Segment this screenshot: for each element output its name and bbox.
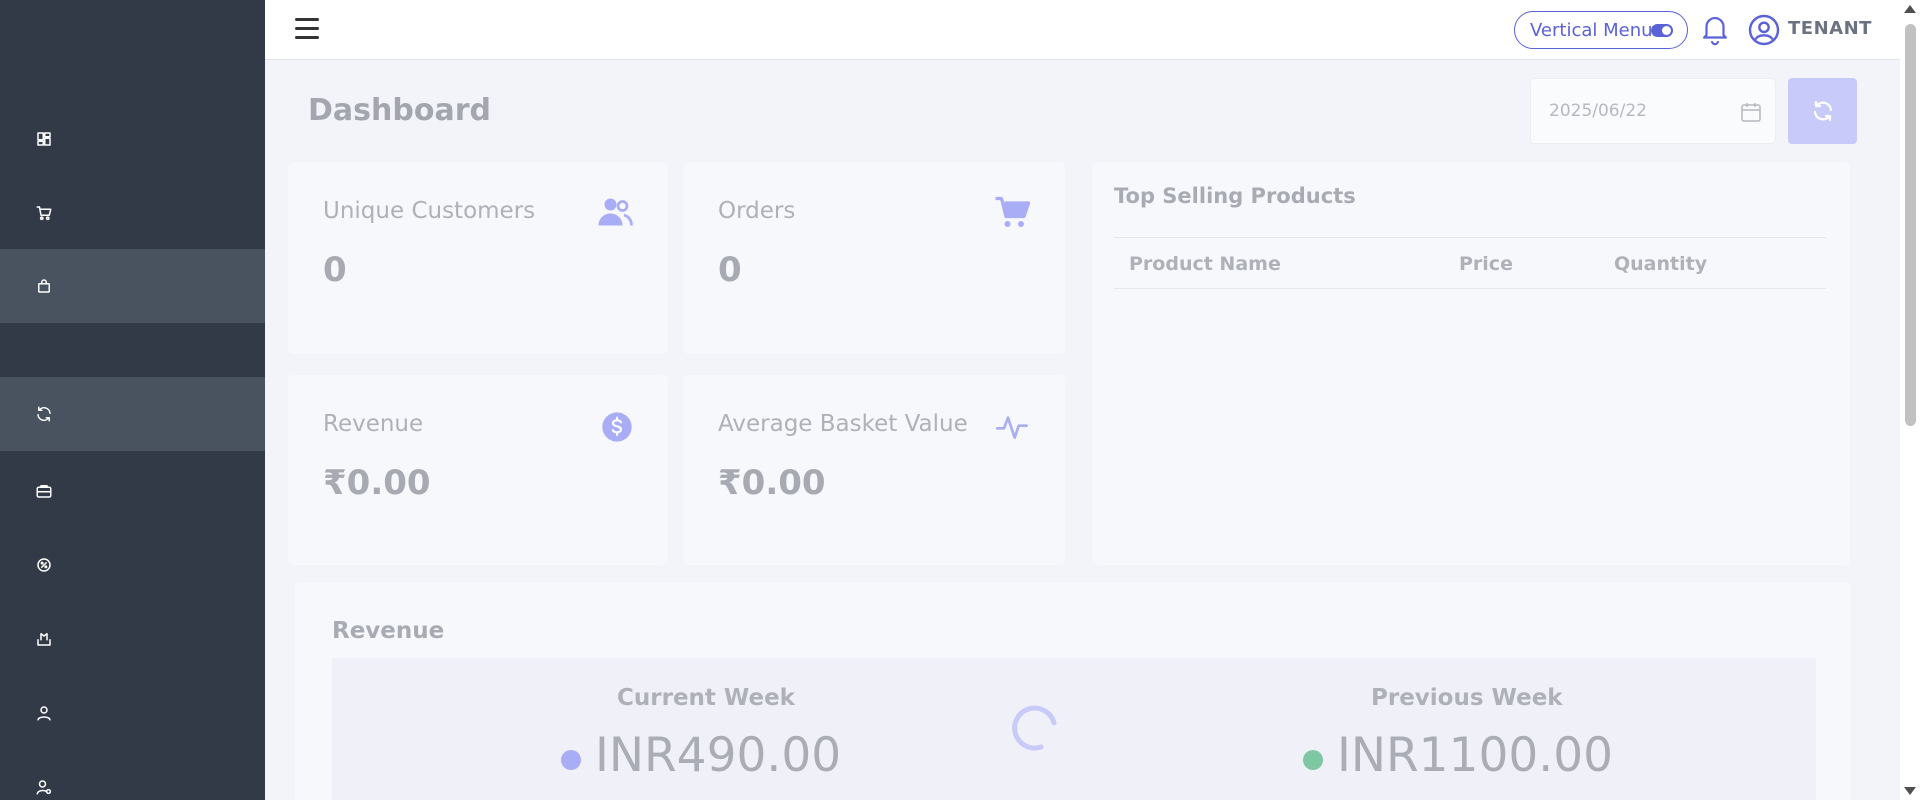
scroll-down-arrow-icon[interactable] bbox=[1904, 787, 1916, 795]
stat-card-average-basket-value: Average Basket Value ₹0.00 bbox=[683, 375, 1065, 565]
date-picker-input[interactable]: 2025/06/22 bbox=[1530, 78, 1776, 144]
stat-card-revenue: Revenue ₹0.00 bbox=[288, 375, 668, 565]
stat-card-unique-customers: Unique Customers 0 bbox=[288, 162, 668, 354]
top-selling-products-card: Top Selling Products Product Name Price … bbox=[1092, 162, 1850, 565]
previous-week-label: Previous Week bbox=[1371, 685, 1563, 711]
sidebar-item-business[interactable] bbox=[0, 454, 265, 528]
bag-icon bbox=[38, 279, 50, 293]
column-header-quantity: Quantity bbox=[1614, 253, 1708, 275]
previous-week-dot bbox=[1303, 750, 1323, 770]
scroll-up-arrow-icon[interactable] bbox=[1904, 5, 1916, 13]
user-icon bbox=[37, 706, 51, 721]
refresh-button[interactable] bbox=[1788, 78, 1857, 144]
cart-icon bbox=[995, 196, 1030, 227]
dashboard-icon bbox=[37, 132, 51, 146]
hamburger-menu-icon[interactable] bbox=[295, 18, 319, 40]
top-selling-title: Top Selling Products bbox=[1114, 184, 1356, 208]
current-week-dot bbox=[561, 750, 581, 770]
bell-icon[interactable] bbox=[1700, 12, 1730, 46]
activity-icon bbox=[996, 416, 1028, 439]
cart-icon bbox=[36, 206, 52, 221]
current-week-value: INR490.00 bbox=[595, 728, 842, 783]
briefcase-icon bbox=[36, 485, 52, 498]
refresh-icon bbox=[1813, 100, 1832, 122]
stat-label: Orders bbox=[718, 198, 796, 224]
top-bar: Vertical Menu TENANT bbox=[265, 0, 1900, 60]
sidebar-item-orders[interactable] bbox=[0, 176, 265, 250]
vertical-scrollbar[interactable] bbox=[1900, 0, 1920, 800]
users-icon bbox=[598, 198, 633, 226]
stat-label: Revenue bbox=[323, 411, 424, 437]
sidebar-item-users[interactable] bbox=[0, 676, 265, 750]
vertical-menu-label: Vertical Menu bbox=[1530, 19, 1653, 41]
user-settings-icon bbox=[36, 780, 52, 795]
stat-value: 0 bbox=[718, 250, 742, 290]
sidebar-item-user-settings[interactable] bbox=[0, 750, 265, 800]
stat-value: 0 bbox=[323, 250, 347, 290]
revenue-comparison: Current Week INR490.00 Previous Week INR… bbox=[332, 658, 1816, 800]
user-name[interactable]: TENANT bbox=[1788, 18, 1872, 39]
settings-badge-icon bbox=[37, 558, 51, 572]
vertical-menu-toggle[interactable]: Vertical Menu bbox=[1514, 11, 1688, 49]
toggle-switch-icon[interactable] bbox=[1651, 24, 1673, 37]
stat-card-orders: Orders 0 bbox=[683, 162, 1065, 354]
user-circle-icon[interactable] bbox=[1748, 14, 1780, 46]
date-value: 2025/06/22 bbox=[1549, 101, 1647, 121]
stat-label: Unique Customers bbox=[323, 198, 536, 224]
revenue-panel-title: Revenue bbox=[332, 618, 445, 644]
current-week-label: Current Week bbox=[617, 685, 795, 711]
sidebar-item-dashboard[interactable] bbox=[0, 102, 265, 176]
stat-label: Average Basket Value bbox=[718, 411, 968, 437]
dollar-coin-icon bbox=[602, 412, 632, 442]
previous-week-value: INR1100.00 bbox=[1337, 728, 1614, 783]
sidebar bbox=[0, 0, 265, 800]
sidebar-item-export[interactable] bbox=[0, 602, 265, 676]
sidebar-item-products[interactable] bbox=[0, 249, 265, 323]
column-header-price: Price bbox=[1459, 253, 1513, 275]
scrollbar-thumb[interactable] bbox=[1905, 24, 1916, 426]
column-header-product-name: Product Name bbox=[1129, 253, 1281, 275]
export-icon bbox=[37, 633, 51, 646]
stat-value: ₹0.00 bbox=[718, 463, 826, 503]
sidebar-item-sync[interactable] bbox=[0, 377, 265, 451]
calendar-icon[interactable] bbox=[1739, 100, 1763, 124]
loading-spinner-icon bbox=[1012, 705, 1057, 751]
top-selling-table-header: Product Name Price Quantity bbox=[1114, 237, 1826, 289]
sidebar-item-discounts[interactable] bbox=[0, 528, 265, 602]
stat-value: ₹0.00 bbox=[323, 463, 431, 503]
refresh-icon bbox=[37, 406, 51, 422]
revenue-panel: Revenue Current Week INR490.00 Previous … bbox=[295, 582, 1851, 800]
page-title: Dashboard bbox=[308, 93, 491, 128]
